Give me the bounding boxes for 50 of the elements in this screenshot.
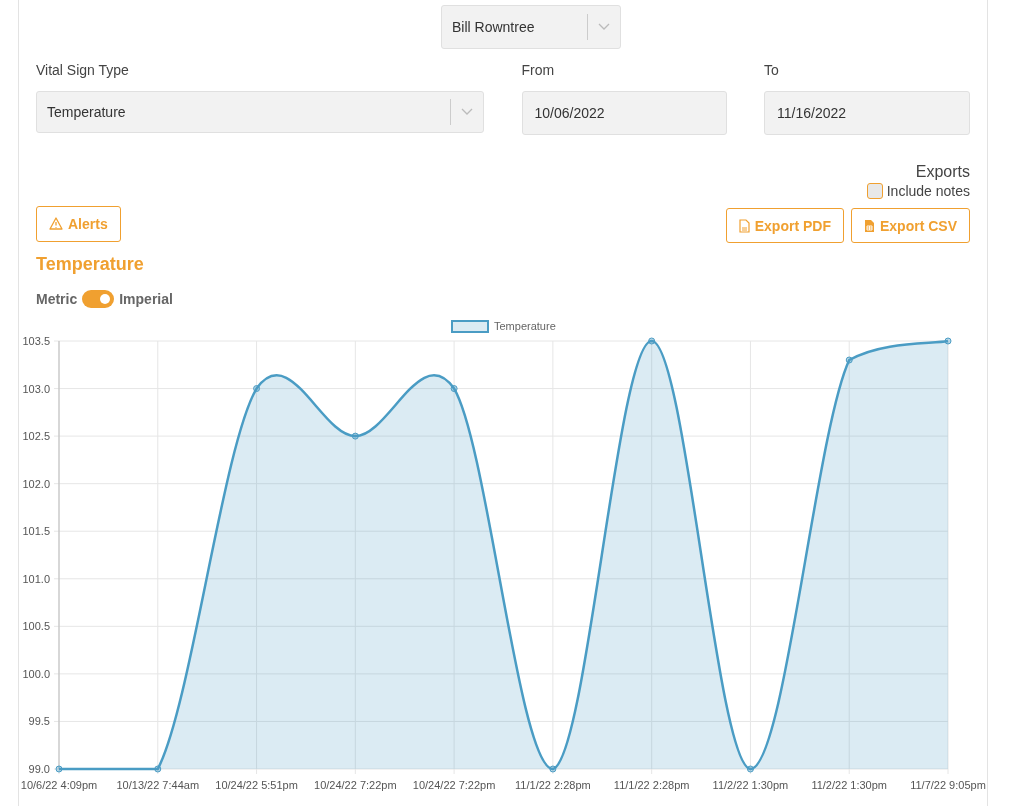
date-field[interactable]: 11/16/2022 xyxy=(764,91,970,135)
field-label: From xyxy=(521,62,556,78)
metric-label: Metric xyxy=(36,291,78,307)
x-tick-label: 10/24/22 5:51pm xyxy=(215,779,298,791)
data-point xyxy=(154,765,162,773)
date-field[interactable]: 10/06/2022 xyxy=(521,91,727,135)
field-label: Vital Sign Type xyxy=(36,62,130,78)
x-tick-label: 11/1/22 2:28pm xyxy=(613,779,690,791)
section-title: Temperature xyxy=(36,254,145,275)
data-point xyxy=(253,385,261,393)
chevron-down-icon xyxy=(598,23,610,31)
include-notes-checkbox[interactable] xyxy=(866,183,883,199)
y-tick-label: 99.0 xyxy=(28,763,50,775)
pdf-file-icon xyxy=(738,218,750,233)
data-point xyxy=(648,337,656,345)
x-tick-label: 11/2/22 1:30pm xyxy=(712,779,789,791)
data-point xyxy=(450,385,458,393)
x-tick-label: 11/1/22 2:28pm xyxy=(515,779,591,791)
include-notes-label: Include notes xyxy=(886,183,970,199)
x-tick-label: 10/24/22 7:22pm xyxy=(412,779,496,791)
field-label: To xyxy=(764,62,780,78)
patient-select[interactable]: Bill Rowntree xyxy=(441,5,621,49)
data-point xyxy=(944,337,952,345)
warning-icon xyxy=(49,217,63,230)
data-point xyxy=(351,432,359,440)
spreadsheet-file-icon xyxy=(864,218,875,233)
y-tick-label: 100.0 xyxy=(22,667,50,680)
imperial-label: Imperial xyxy=(119,291,173,307)
y-tick-label: 101.5 xyxy=(22,525,50,538)
unit-toggle[interactable] xyxy=(82,290,115,308)
data-point xyxy=(845,356,853,364)
y-tick-label: 103.0 xyxy=(22,382,50,395)
chevron-down-icon xyxy=(461,108,473,116)
legend-label: Temperature xyxy=(494,320,556,332)
x-tick-label: 11/7/22 9:05pm xyxy=(910,779,986,791)
x-tick-label: 10/24/22 7:22pm xyxy=(314,779,397,791)
y-tick-label: 100.5 xyxy=(22,620,50,633)
x-tick-label: 10/6/22 4:09pm xyxy=(20,779,98,791)
exports-heading: Exports xyxy=(915,163,970,181)
vital-sign-select[interactable]: Temperature xyxy=(36,91,484,133)
x-tick-label: 11/2/22 1:30pm xyxy=(811,779,888,791)
y-tick-label: 103.5 xyxy=(22,335,50,347)
data-point xyxy=(55,765,63,773)
data-point xyxy=(746,765,754,773)
y-tick-label: 102.0 xyxy=(22,477,50,490)
y-tick-label: 102.5 xyxy=(22,430,50,443)
y-tick-label: 99.5 xyxy=(28,715,50,728)
y-tick-label: 101.0 xyxy=(22,572,50,585)
data-point xyxy=(549,765,557,773)
x-tick-label: 10/13/22 7:44am xyxy=(116,779,200,791)
